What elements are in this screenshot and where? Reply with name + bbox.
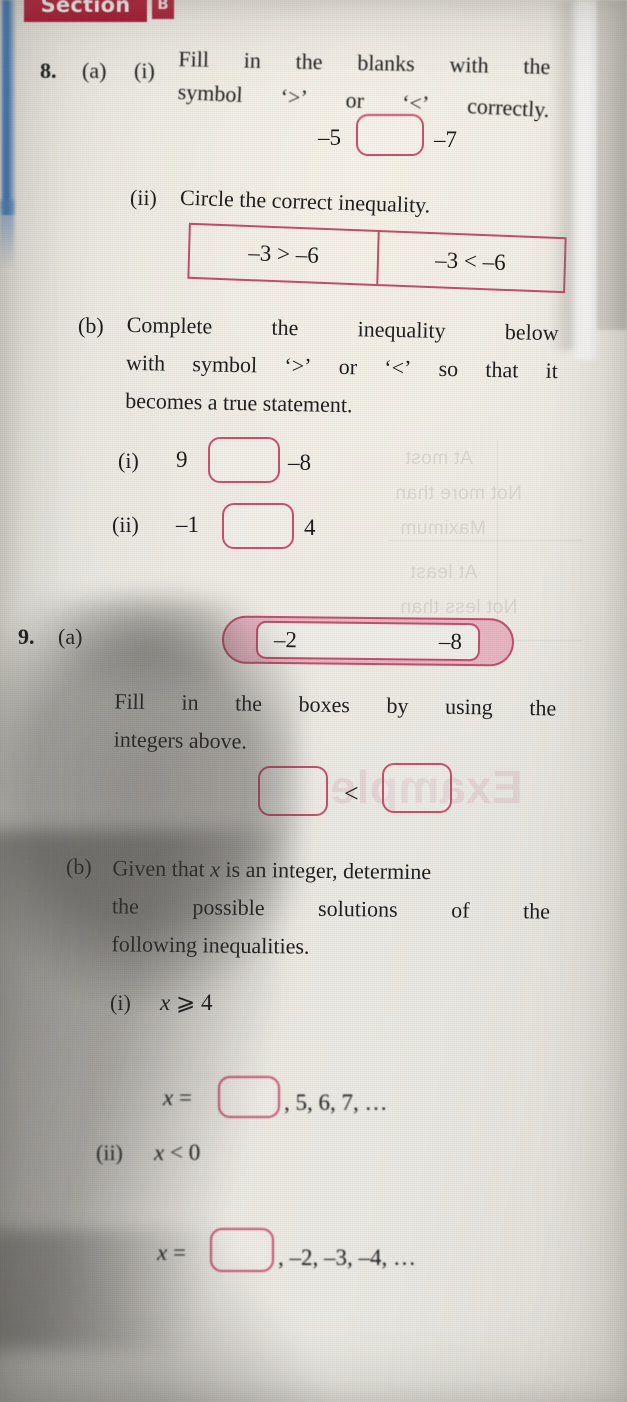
word: symbol: [192, 351, 258, 378]
q8b-i-answer-box[interactable]: [208, 437, 280, 483]
q8b-i-left-operand: 9: [176, 447, 188, 472]
word: inequality: [357, 316, 446, 343]
page-spine-edge: [0, 0, 16, 215]
word: correctly.: [466, 93, 551, 123]
word: so: [438, 355, 459, 382]
section-badge: Section: [24, 0, 147, 22]
word: that: [485, 356, 519, 383]
question-8-part-a-label: (a): [82, 58, 107, 83]
word: the: [295, 48, 323, 75]
q8a-i-right-operand: –7: [434, 127, 457, 152]
page-curl-highlight: [567, 0, 601, 360]
word: using: [444, 693, 493, 720]
q8b-ii-right-operand: 4: [304, 515, 316, 540]
word: ‘>’: [280, 83, 309, 111]
question-8a-ii-label: (ii): [129, 184, 158, 211]
word: solutions: [317, 895, 398, 922]
q8b-ii-answer-box[interactable]: [222, 503, 294, 549]
word: with: [449, 51, 489, 78]
inequality-choice-table: –3 > –6 –3 < –6: [187, 222, 567, 294]
word: the: [271, 314, 299, 341]
q8b-i-label: (i): [118, 448, 139, 473]
page-spine-edge-fade: [0, 200, 14, 270]
word: it: [545, 357, 559, 384]
question-8-number: 8.: [40, 58, 57, 83]
section-letter-badge: B: [152, 0, 174, 19]
word: in: [243, 47, 262, 73]
word: or: [338, 353, 358, 380]
question-8a-i-prompt: Fill in the blanks with the symbol ‘>’ o…: [177, 40, 551, 124]
word: symbol: [177, 78, 244, 108]
word: Complete: [126, 311, 213, 339]
question-8a-ii-prompt: Circle the correct inequality.: [179, 184, 431, 218]
section-badge-label: Section: [40, 0, 131, 17]
inequality-option-2[interactable]: –3 < –6: [376, 232, 564, 291]
word: the: [523, 53, 551, 79]
q8b-ii-label: (ii): [112, 512, 139, 537]
word: boxes: [298, 691, 351, 718]
inequality-option-1[interactable]: –3 > –6: [189, 225, 377, 284]
word: by: [386, 692, 409, 719]
question-8b-prompt: Complete the inequality below with symbo…: [125, 306, 559, 428]
word: blanks: [357, 49, 416, 77]
q8a-i-answer-box[interactable]: [356, 114, 424, 156]
word: the: [529, 695, 557, 721]
integer-second: –8: [438, 628, 463, 654]
word: of: [451, 897, 470, 923]
q9a-operator: <: [344, 779, 359, 808]
q9a-right-answer-box[interactable]: [382, 763, 452, 813]
workbook-page-photo: At most Not more than Maximum At least N…: [0, 0, 627, 1402]
word: becomes a true statement.: [125, 387, 353, 418]
word: ‘<’: [384, 354, 412, 381]
q8b-i-right-operand: –8: [288, 450, 311, 475]
question-8-part-b-label: (b): [78, 313, 104, 338]
page-outer-edge: [597, 0, 627, 330]
question-8a-i-label: (i): [134, 58, 155, 83]
word: the: [522, 898, 551, 924]
word: with: [125, 349, 166, 376]
q8b-ii-left-operand: –1: [176, 512, 199, 537]
shadow-overlay: [0, 1230, 390, 1402]
q8a-i-left-operand: –5: [318, 125, 341, 150]
word: ‘>’: [284, 352, 312, 379]
